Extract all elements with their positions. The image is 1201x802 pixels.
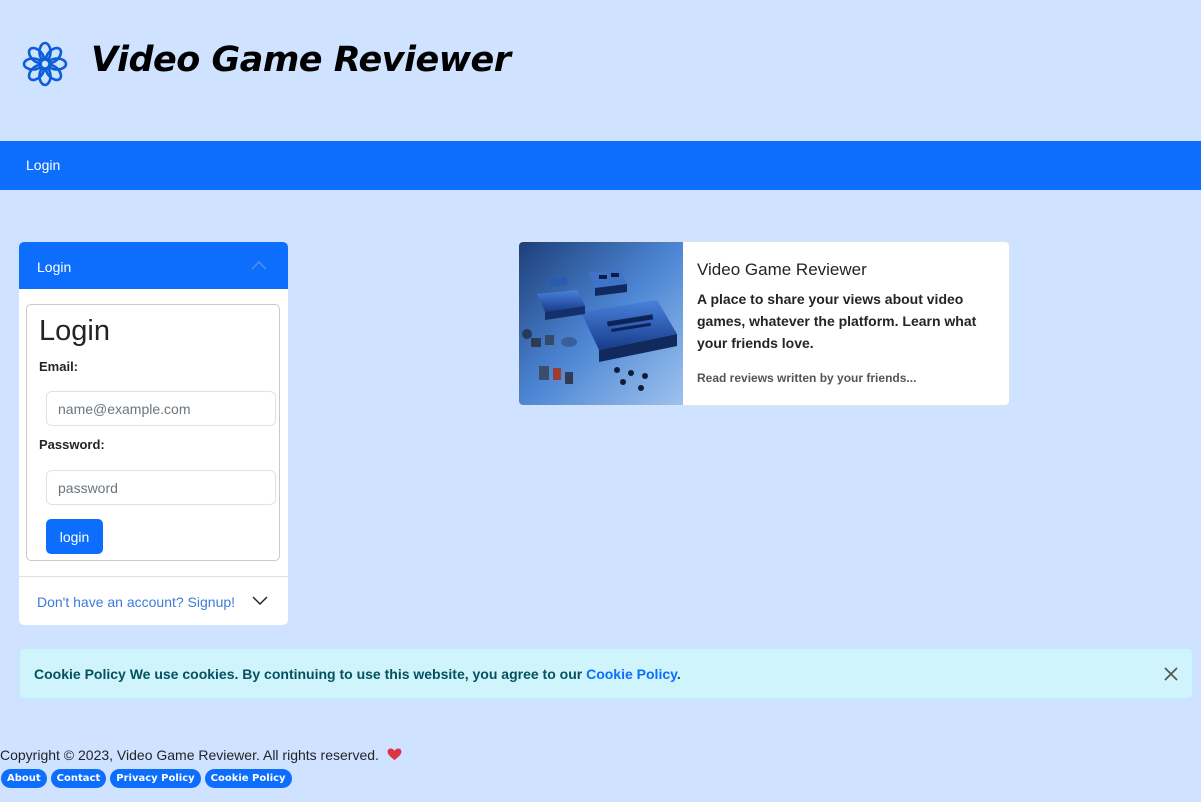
card-title: Video Game Reviewer: [697, 260, 867, 279]
email-field[interactable]: [46, 391, 276, 426]
accordion-header-label: Login: [37, 259, 72, 275]
email-label: Email:: [39, 359, 79, 374]
signup-header-label: Don't have an account? Signup!: [37, 594, 236, 610]
flower-icon: [22, 41, 68, 87]
login-heading: Login: [39, 315, 110, 347]
footer-links: About Contact Privacy Policy Cookie Poli…: [1, 769, 292, 788]
card-subtext: Read reviews written by your friends...: [697, 371, 917, 385]
navbar: Login: [0, 141, 1201, 190]
chevron-up-icon: [251, 260, 267, 270]
footer-link-contact[interactable]: Contact: [50, 769, 107, 788]
accordion-header-signup[interactable]: Don't have an account? Signup!: [19, 577, 288, 625]
close-icon[interactable]: [1163, 666, 1179, 682]
copyright-line: Copyright © 2023, Video Game Reviewer. A…: [0, 747, 402, 763]
nav-link-login[interactable]: Login: [26, 157, 60, 173]
cookie-message: Cookie Policy We use cookies. By continu…: [34, 666, 681, 682]
footer-link-privacy-policy[interactable]: Privacy Policy: [110, 769, 201, 788]
site-title: Video Game Reviewer: [91, 40, 511, 80]
login-button[interactable]: login: [46, 519, 103, 554]
cookie-title: Cookie Policy: [34, 666, 126, 682]
game-consoles-image: [519, 242, 683, 405]
login-form: Login Email: Password: login: [26, 304, 280, 561]
cookie-banner: Cookie Policy We use cookies. By continu…: [19, 648, 1193, 699]
accordion-header-login[interactable]: Login: [19, 242, 288, 289]
password-field[interactable]: [46, 470, 276, 505]
footer-link-cookie-policy[interactable]: Cookie Policy: [204, 769, 292, 788]
cookie-policy-link[interactable]: Cookie Policy: [586, 666, 677, 682]
password-label: Password:: [39, 437, 105, 452]
cookie-suffix: .: [676, 666, 681, 682]
heart-icon: [387, 748, 402, 761]
card-description: A place to share your views about video …: [697, 291, 977, 351]
info-card: Video Game Reviewer A place to share you…: [518, 241, 1010, 406]
cookie-body: We use cookies. By continuing to use thi…: [129, 666, 583, 682]
copyright-text: Copyright © 2023, Video Game Reviewer. A…: [0, 747, 379, 763]
site-header: Video Game Reviewer: [0, 0, 1201, 140]
chevron-down-icon: [252, 596, 268, 606]
footer-link-about[interactable]: About: [1, 769, 47, 788]
auth-accordion: Login Login Email: Password: login Don't…: [19, 242, 288, 625]
